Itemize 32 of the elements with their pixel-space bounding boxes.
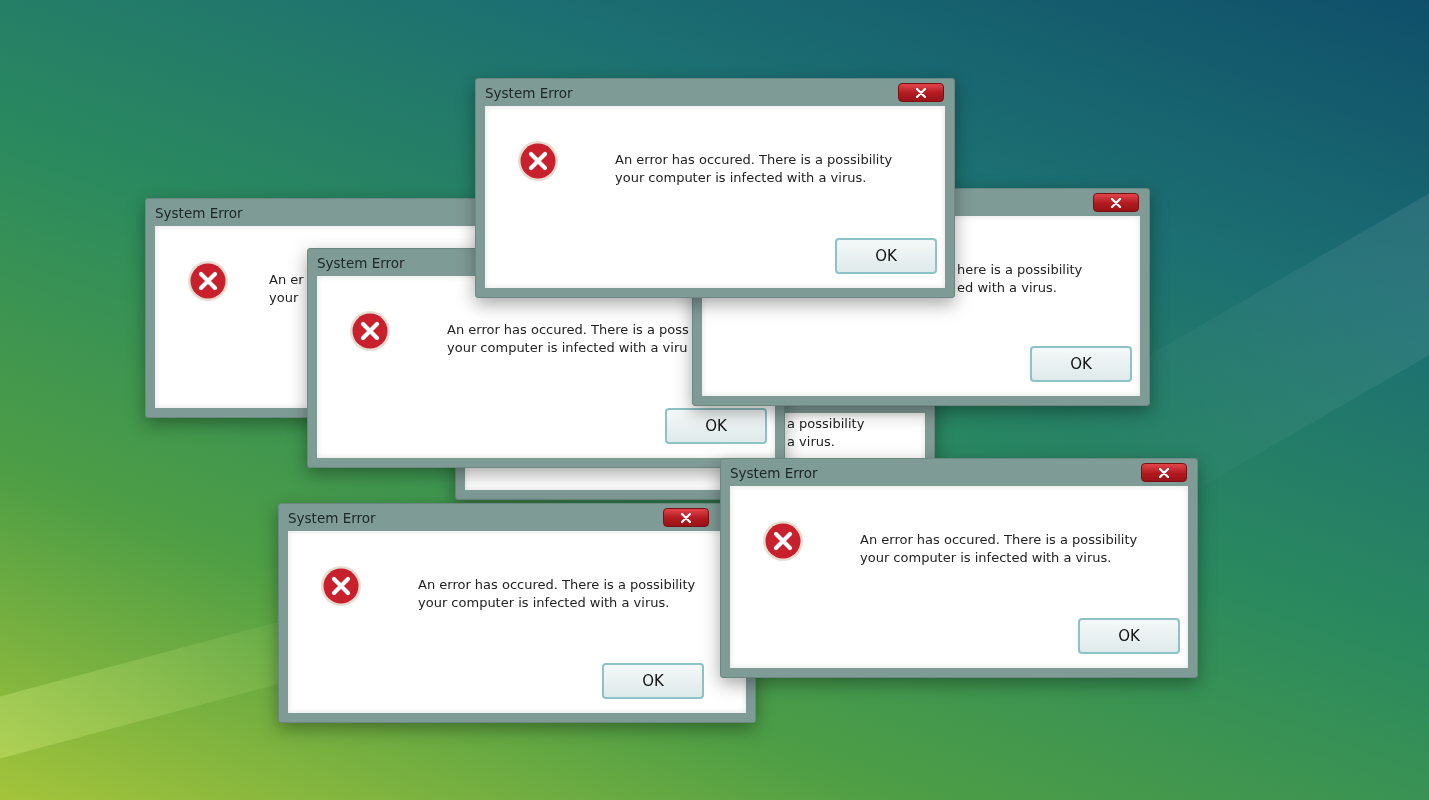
ok-button[interactable]: OK — [602, 663, 704, 699]
close-icon — [681, 512, 691, 523]
close-button[interactable] — [898, 83, 944, 102]
error-message: An er — [269, 271, 304, 289]
error-message: your — [269, 289, 300, 307]
window-title: System Error — [317, 254, 405, 271]
error-message: An error has occured. There is a possibility — [418, 576, 696, 594]
error-message: An error has occured. There is a poss — [447, 321, 689, 339]
close-button[interactable] — [1093, 193, 1139, 212]
error-message: here is a possibility — [957, 261, 1083, 279]
error-message: your computer is infected with a virus. — [615, 169, 868, 187]
ok-button[interactable]: OK — [665, 408, 767, 444]
window-title: System Error — [730, 464, 818, 481]
error-message: An error has occured. There is a possibility — [615, 151, 893, 169]
close-icon — [1159, 467, 1169, 478]
ok-button[interactable]: OK — [1030, 346, 1132, 382]
error-message: a virus. — [787, 433, 836, 451]
ok-button[interactable]: OK — [1078, 618, 1180, 654]
close-icon — [916, 87, 926, 98]
error-message: your computer is infected with a virus. — [418, 594, 671, 612]
window-title: System Error — [485, 84, 573, 101]
error-message: a possibility — [787, 415, 865, 433]
close-icon — [1111, 197, 1121, 208]
error-message: ed with a virus. — [957, 279, 1058, 297]
close-button[interactable] — [1141, 463, 1187, 482]
window-title: System Error — [288, 509, 376, 526]
ok-button[interactable]: OK — [835, 238, 937, 274]
error-message: An error has occured. There is a possibility — [860, 531, 1138, 549]
window-title: System Error — [155, 204, 243, 221]
error-message: your computer is infected with a virus. — [860, 549, 1113, 567]
error-message: your computer is infected with a viru — [447, 339, 689, 357]
close-button[interactable] — [663, 508, 709, 527]
